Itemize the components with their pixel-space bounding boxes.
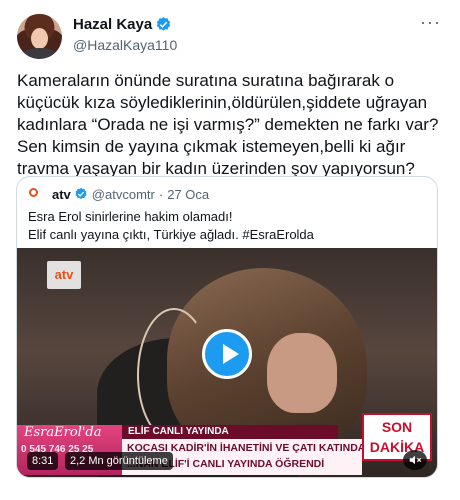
quoted-tweet-header: atv @atvcomtr · 27 Oca [28, 185, 209, 203]
quoted-date[interactable]: 27 Oca [167, 187, 209, 202]
quoted-tweet[interactable]: atv @atvcomtr · 27 Oca Esra Erol sinirle… [16, 176, 438, 478]
quoted-text-line1: Esra Erol sinirlerine hakim olamadı! [28, 209, 233, 224]
quoted-verified-badge-icon [75, 187, 87, 200]
tweet-text: Kameraların önünde suratına suratına bağ… [17, 71, 439, 178]
son-label: SON [381, 419, 413, 435]
author-name[interactable]: Hazal Kaya [73, 16, 152, 33]
play-button-icon[interactable] [202, 329, 252, 379]
video-duration: 8:31 [27, 452, 59, 470]
show-logo: EsraErol'da [24, 425, 102, 440]
quoted-tweet-text: Esra Erol sinirlerine hakim olamadı! Eli… [28, 208, 424, 244]
mute-icon[interactable] [403, 450, 427, 470]
quoted-author-handle[interactable]: @atvcomtr [92, 187, 155, 202]
video-person-hand [267, 333, 337, 413]
avatar-shirt [22, 48, 57, 59]
avatar-face [31, 28, 48, 49]
verified-badge-icon [156, 17, 171, 31]
video-player[interactable]: atv EsraErol'da 0 545 746 25 25 ELİF CAN… [17, 248, 437, 477]
author-handle[interactable]: @HazalKaya110 [73, 37, 177, 53]
lower-third-tag: ELİF CANLI YAYINDA [122, 425, 338, 439]
quoted-author-name[interactable]: atv [52, 187, 71, 202]
author-avatar[interactable] [17, 14, 62, 59]
atv-logo-icon [28, 186, 48, 202]
dot-separator: · [158, 186, 164, 202]
video-channel-logo: atv [47, 261, 81, 289]
quoted-text-line2: Elif canlı yayına çıktı, Türkiye ağladı.… [28, 227, 314, 242]
video-views: 2,2 Mn görüntüleme [65, 452, 173, 470]
more-options-icon[interactable]: ··· [420, 12, 441, 33]
